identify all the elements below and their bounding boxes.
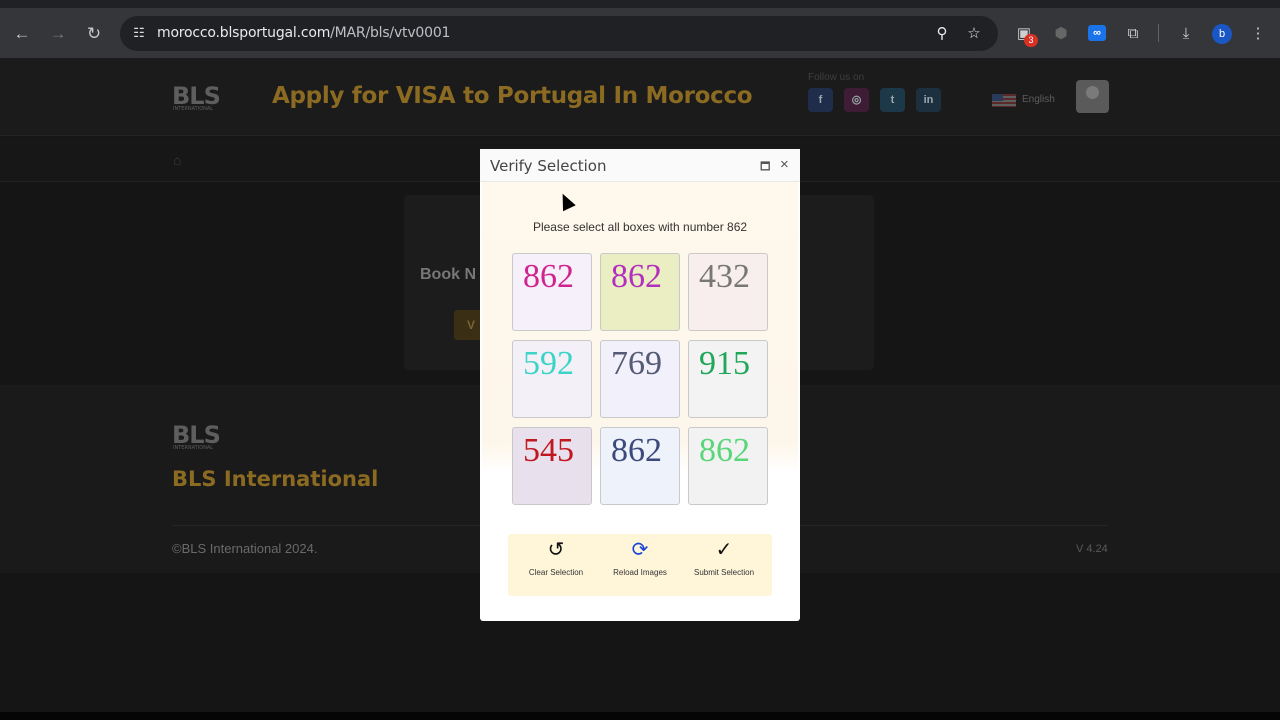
captcha-number: 862 (611, 258, 662, 295)
undo-icon: ↺ (547, 539, 565, 561)
address-bar[interactable]: ☷ morocco.blsportugal.com/MAR/bls/vtv000… (120, 16, 998, 51)
extension-badge: 3 (1024, 34, 1038, 47)
bottom-edge (0, 712, 1280, 720)
kebab-menu-icon[interactable]: ⋮ (1248, 24, 1268, 44)
bookmark-star-icon[interactable]: ☆ (964, 24, 984, 44)
infinity-extension-icon[interactable]: ∞ (1088, 25, 1106, 41)
bls-logo[interactable]: BLS INTERNATIONAL (172, 82, 221, 112)
captcha-instruction: Please select all boxes with number 862 (532, 220, 748, 234)
home-icon[interactable]: ⌂ (173, 152, 181, 168)
dialog-header: Verify Selection 🗖 × (480, 149, 800, 182)
profile-avatar[interactable]: b (1212, 24, 1232, 44)
captcha-number: 592 (523, 345, 574, 382)
follow-label: Follow us on (808, 72, 865, 83)
logo-subtext: INTERNATIONAL (173, 106, 214, 112)
version-text: V 4.24 (1076, 543, 1108, 555)
forward-icon[interactable]: → (46, 22, 70, 46)
captcha-tile-3[interactable]: 432 (688, 253, 768, 331)
captcha-tile-4[interactable]: 592 (512, 340, 592, 418)
captcha-number: 862 (699, 432, 750, 469)
tab-strip (0, 0, 1280, 8)
captcha-tile-1[interactable]: 862 (512, 253, 592, 331)
facebook-icon[interactable]: f (808, 88, 833, 112)
site-header: BLS INTERNATIONAL Apply for VISA to Portu… (0, 58, 1280, 136)
card-title: Book N (420, 266, 476, 283)
captcha-number: 915 (699, 345, 750, 382)
maximize-icon[interactable]: 🗖 (760, 158, 770, 177)
toolbar-divider (1158, 24, 1159, 42)
clear-selection-label: Clear Selection (528, 568, 584, 577)
captcha-number: 545 (523, 432, 574, 469)
instagram-icon[interactable]: ◎ (844, 88, 869, 112)
submit-selection-button[interactable]: ✓ Submit Selection (684, 538, 764, 577)
captcha-tile-6[interactable]: 915 (688, 340, 768, 418)
dialog-title: Verify Selection (490, 157, 607, 175)
page-title: Apply for VISA to Portugal In Morocco (272, 83, 753, 109)
captcha-tile-2[interactable]: 862 (600, 253, 680, 331)
captcha-tile-7[interactable]: 545 (512, 427, 592, 505)
captcha-actions: ↺ Clear Selection ⟳ Reload Images ✓ Subm… (508, 534, 772, 596)
captcha-tile-8[interactable]: 862 (600, 427, 680, 505)
url-text[interactable]: morocco.blsportugal.com/MAR/bls/vtv0001 (157, 25, 450, 41)
reload-images-label: Reload Images (613, 568, 667, 577)
puzzle-extensions-icon[interactable]: ⧉ (1123, 24, 1143, 44)
captcha-number: 769 (611, 345, 662, 382)
language-selector[interactable]: English (1022, 94, 1055, 105)
twitter-icon[interactable]: t (880, 88, 905, 112)
download-icon[interactable]: ⤓ (1176, 24, 1196, 44)
footer-logo-subtext: INTERNATIONAL (173, 445, 214, 451)
linkedin-icon[interactable]: in (916, 88, 941, 112)
captcha-number: 862 (523, 258, 574, 295)
copyright-text: ©BLS International 2024. (172, 541, 318, 556)
captcha-tile-9[interactable]: 862 (688, 427, 768, 505)
us-flag-icon[interactable] (992, 94, 1016, 107)
close-icon[interactable]: × (780, 156, 789, 173)
zoom-icon[interactable]: ⚲ (932, 24, 952, 44)
checkmark-icon: ✓ (715, 539, 733, 561)
url-path: /MAR/bls/vtv0001 (330, 25, 451, 41)
site-info-icon[interactable]: ☷ (130, 24, 148, 42)
submit-selection-label: Submit Selection (693, 568, 755, 577)
robot-extension-icon[interactable]: ⬢ (1051, 24, 1071, 44)
verify-selection-dialog: Verify Selection 🗖 × Please select all b… (480, 149, 800, 621)
url-host: morocco.blsportugal.com (157, 25, 331, 41)
back-icon[interactable]: ← (10, 22, 34, 46)
captcha-number: 862 (611, 432, 662, 469)
clear-selection-button[interactable]: ↺ Clear Selection (516, 538, 596, 577)
footer-title: BLS International (172, 467, 379, 491)
reload-icon[interactable]: ↻ (82, 22, 106, 46)
captcha-tile-5[interactable]: 769 (600, 340, 680, 418)
refresh-icon: ⟳ (631, 539, 649, 561)
footer-logo: BLS INTERNATIONAL (172, 421, 221, 451)
user-avatar[interactable] (1076, 80, 1109, 113)
reload-images-button[interactable]: ⟳ Reload Images (600, 538, 680, 577)
captcha-number: 432 (699, 258, 750, 295)
browser-toolbar: ← → ↻ ☷ morocco.blsportugal.com/MAR/bls/… (0, 0, 1280, 58)
